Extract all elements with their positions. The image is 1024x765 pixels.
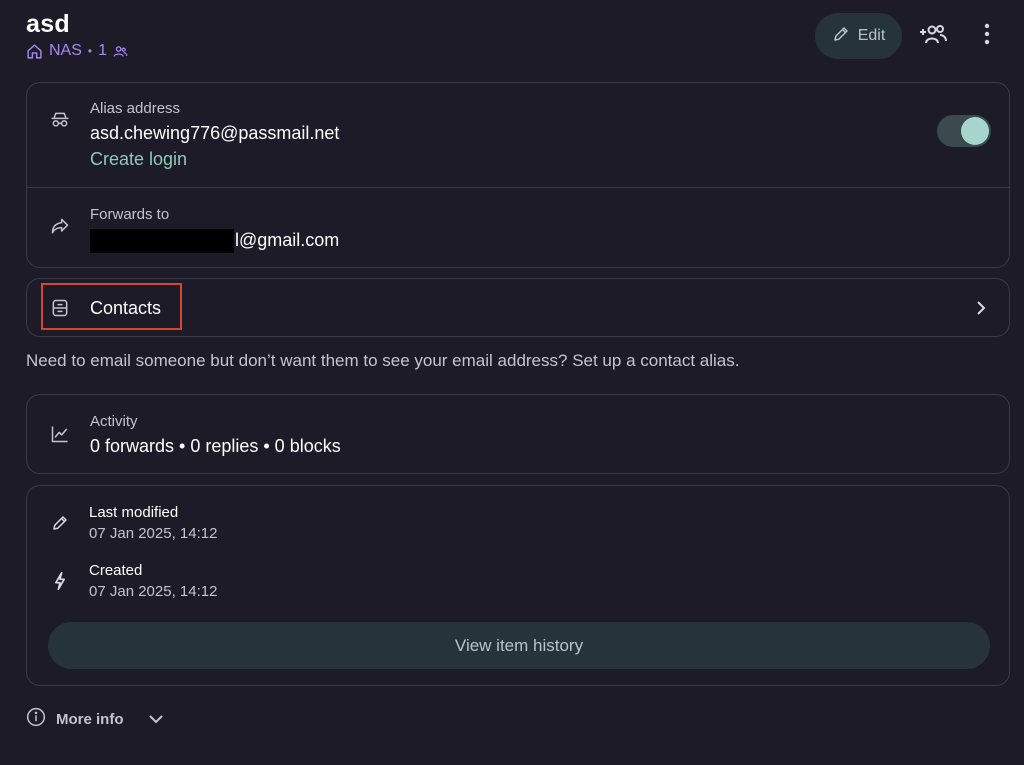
- forward-arrow-icon: [49, 215, 71, 237]
- line-chart-icon: [49, 423, 71, 445]
- view-item-history-button[interactable]: View item history: [48, 622, 990, 669]
- lightning-icon: [49, 570, 71, 592]
- edit-label: Edit: [857, 27, 886, 44]
- activity-label: Activity: [90, 413, 138, 430]
- toggle-knob: [961, 117, 989, 145]
- edit-button[interactable]: Edit: [815, 13, 902, 59]
- people-icon: [113, 44, 128, 59]
- home-icon: [26, 43, 43, 60]
- activity-card: Activity 0 forwards • 0 replies • 0 bloc…: [26, 394, 1010, 474]
- vault-indicator[interactable]: NAS • 1: [26, 42, 128, 60]
- alias-enabled-toggle[interactable]: [937, 115, 991, 147]
- more-info-toggle[interactable]: More info: [26, 707, 164, 731]
- add-people-icon: [919, 22, 947, 51]
- item-title: asd: [26, 10, 70, 38]
- redacted-block: [90, 229, 234, 253]
- pencil-icon: [832, 25, 850, 48]
- incognito-icon: [49, 109, 71, 131]
- created-value: 07 Jan 2025, 14:12: [89, 583, 218, 600]
- create-login-link[interactable]: Create login: [90, 149, 187, 170]
- more-options-button[interactable]: [972, 20, 1002, 52]
- alias-card: Alias address asd.chewing776@passmail.ne…: [26, 82, 1010, 268]
- alias-address[interactable]: asd.chewing776@passmail.net: [90, 123, 339, 144]
- history-card: Last modified 07 Jan 2025, 14:12 Created…: [26, 485, 1010, 686]
- contact-alias-hint: Need to email someone but don’t want the…: [26, 351, 740, 370]
- share-button[interactable]: [913, 20, 953, 52]
- vault-name: NAS: [49, 42, 82, 59]
- pencil-icon: [49, 512, 71, 534]
- contacts-label: Contacts: [90, 298, 162, 318]
- forwards-address[interactable]: l@gmail.com: [90, 229, 339, 253]
- created-label: Created: [89, 562, 143, 579]
- separator-dot: •: [87, 44, 93, 58]
- forwards-address-suffix: l@gmail.com: [235, 229, 340, 250]
- last-modified-value: 07 Jan 2025, 14:12: [89, 525, 218, 542]
- contacts-row[interactable]: Contacts: [26, 278, 1010, 337]
- more-info-label: More info: [56, 710, 124, 728]
- info-circle-icon: [26, 707, 46, 731]
- member-count: 1: [98, 42, 108, 59]
- card-divider: [27, 187, 1009, 188]
- forwards-label: Forwards to: [90, 206, 170, 223]
- alias-label: Alias address: [90, 100, 181, 117]
- alias-detail-page: asd NAS • 1 Edit Alias address asd.chewi: [0, 0, 1024, 765]
- last-modified-label: Last modified: [89, 504, 179, 521]
- vertical-dots-icon: [984, 23, 990, 50]
- chevron-down-icon: [148, 711, 164, 728]
- chevron-right-icon: [975, 299, 987, 322]
- activity-summary: 0 forwards • 0 replies • 0 blocks: [90, 436, 341, 456]
